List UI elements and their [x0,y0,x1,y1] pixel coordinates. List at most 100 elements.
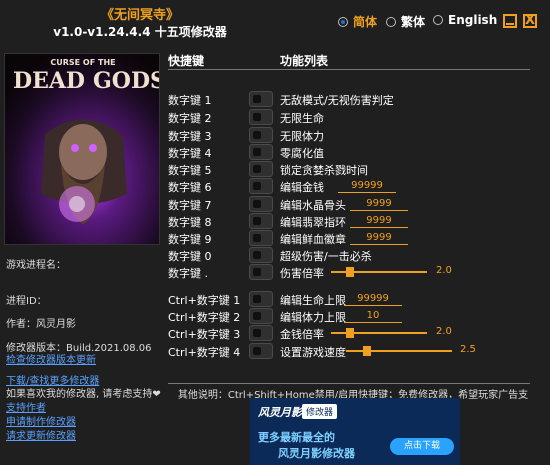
app-title: 《无间冥寺》 [100,8,179,23]
hotkey-label: 数字键 3 [168,130,212,143]
cheat-toggle[interactable] [249,213,273,229]
cheat-toggle[interactable] [249,343,273,359]
author-text: 作者：风灵月影 [6,319,76,330]
cheat-toggle[interactable] [249,291,273,307]
cheat-row: Ctrl+数字键 3 金钱倍率 2.0 [168,325,538,342]
cheat-row: Ctrl+数字键 4 设置游戏速度 2.5 [168,343,538,360]
request-update-link[interactable]: 请求更新修改器 [6,427,76,442]
radio-icon [433,15,443,25]
jade-ring-value-input[interactable] [350,214,408,228]
cheat-toggle[interactable] [249,127,273,143]
game-speed-slider[interactable] [346,346,452,356]
cover-logo-top: CURSE OF THE [50,58,116,67]
cheat-toggle[interactable] [249,91,273,107]
footer-divider [168,383,530,384]
cover-logo-right: GODS [93,68,160,94]
process-name-label: 游戏进程名： [6,260,66,271]
cheat-row: 数字键 2 无限生命 [168,109,538,126]
request-trainer-link[interactable]: 申请制作修改器 [6,413,76,428]
support-text: 如果喜欢我的修改器, 请考虑支持❤ [6,389,161,400]
ad-download-button[interactable]: 点击下载 [390,438,454,455]
cheat-row: 数字键 7 编辑水晶骨头 [168,196,538,213]
lang-traditional[interactable]: 繁体 [386,13,425,30]
hotkey-label: 数字键 5 [168,164,212,177]
cheat-label: 编辑水晶骨头 [280,199,346,212]
hotkey-label: 数字键 7 [168,199,212,212]
game-cover-image: CURSE OF THE DEAD GODS [4,53,160,245]
hotkey-column-header: 快捷键 [168,54,205,68]
hotkey-label: 数字键 6 [168,181,212,194]
cheat-label: 设置游戏速度 [280,346,346,359]
lang-simplified[interactable]: 简体 [338,13,377,30]
cheat-label: 编辑金钱 [280,181,324,194]
cheat-row: 数字键 5 锁定贪婪杀戮时间 [168,161,538,178]
hotkey-label: 数字键 0 [168,250,212,263]
cheat-toggle[interactable] [249,230,273,246]
ad-brand: 风灵月影 [258,406,302,419]
hotkey-label: 数字键 8 [168,216,212,229]
cheat-row: 数字键 8 编辑翡翠指环 [168,213,538,230]
ad-tag: 修改器 [302,404,338,419]
hotkey-label: Ctrl+数字键 2 [168,311,241,324]
cheat-toggle[interactable] [249,178,273,194]
slider-value: 2.0 [436,326,452,337]
hotkey-label: Ctrl+数字键 4 [168,346,241,359]
cheat-label: 无限体力 [280,130,324,143]
slider-thumb[interactable] [346,267,354,277]
cheat-label: 无限生命 [280,112,324,125]
damage-multiplier-slider[interactable] [331,267,427,277]
process-id-label: 进程ID： [6,296,47,307]
hotkey-label: 数字键 9 [168,233,212,246]
cheat-toggle[interactable] [249,325,273,341]
max-stamina-value-input[interactable] [344,309,402,323]
hotkey-label: 数字键 4 [168,147,212,160]
slider-thumb[interactable] [363,346,371,356]
gold-value-input[interactable] [338,179,396,193]
slider-value: 2.5 [460,344,476,355]
cover-logo-left: DEAD [13,68,85,94]
hotkey-label: Ctrl+数字键 3 [168,328,241,341]
minimize-button[interactable] [503,14,517,28]
max-health-value-input[interactable] [344,292,402,306]
crystal-bones-value-input[interactable] [350,197,408,211]
cheat-toggle[interactable] [249,264,273,280]
support-author-link[interactable]: 支持作者 [6,399,46,414]
cheat-row: Ctrl+数字键 1 编辑生命上限 [168,291,538,308]
cheat-label: 编辑体力上限 [280,311,346,324]
close-button[interactable]: X [523,14,537,28]
lang-label: 简体 [353,15,378,29]
function-column-header: 功能列表 [280,54,329,68]
lang-english[interactable]: English [433,13,497,27]
cheat-label: 超级伤害/一击必杀 [280,250,372,263]
cheat-row: 数字键 . 伤害倍率 2.0 [168,264,538,281]
lang-label: 繁体 [401,15,426,29]
cheat-toggle[interactable] [249,196,273,212]
cheat-toggle[interactable] [249,161,273,177]
cheat-row: Ctrl+数字键 2 编辑体力上限 [168,308,538,325]
ad-banner[interactable]: 风灵月影 修改器 更多最新最全的 风灵月影修改器 点击下载 [250,398,460,465]
cheat-row: 数字键 1 无敌模式/无视伤害判定 [168,91,538,108]
cheat-row: 数字键 6 编辑金钱 [168,178,538,195]
cheat-label: 金钱倍率 [280,328,324,341]
cheat-toggle[interactable] [249,109,273,125]
cheat-toggle[interactable] [249,144,273,160]
cheat-row: 数字键 3 无限体力 [168,127,538,144]
slider-thumb[interactable] [346,328,354,338]
blood-badge-value-input[interactable] [350,231,408,245]
cheat-label: 编辑鲜血徽章 [280,233,346,246]
hotkey-label: 数字键 1 [168,94,212,107]
cheat-label: 零腐化值 [280,147,324,160]
ad-headline: 更多最新最全的 [258,431,335,444]
cheat-toggle[interactable] [249,308,273,324]
cheat-label: 编辑生命上限 [280,294,346,307]
check-version-link[interactable]: 检查修改器版本更新 [6,351,96,366]
hotkey-label: Ctrl+数字键 1 [168,294,241,307]
lang-label: English [448,13,498,27]
hotkey-label: 数字键 . [168,267,208,280]
cheat-label: 无敌模式/无视伤害判定 [280,94,394,107]
cheat-toggle[interactable] [249,247,273,263]
cheat-label: 编辑翡翠指环 [280,216,346,229]
gold-multiplier-slider[interactable] [331,328,427,338]
slider-value: 2.0 [436,265,452,276]
cheat-row: 数字键 0 超级伤害/一击必杀 [168,247,538,264]
